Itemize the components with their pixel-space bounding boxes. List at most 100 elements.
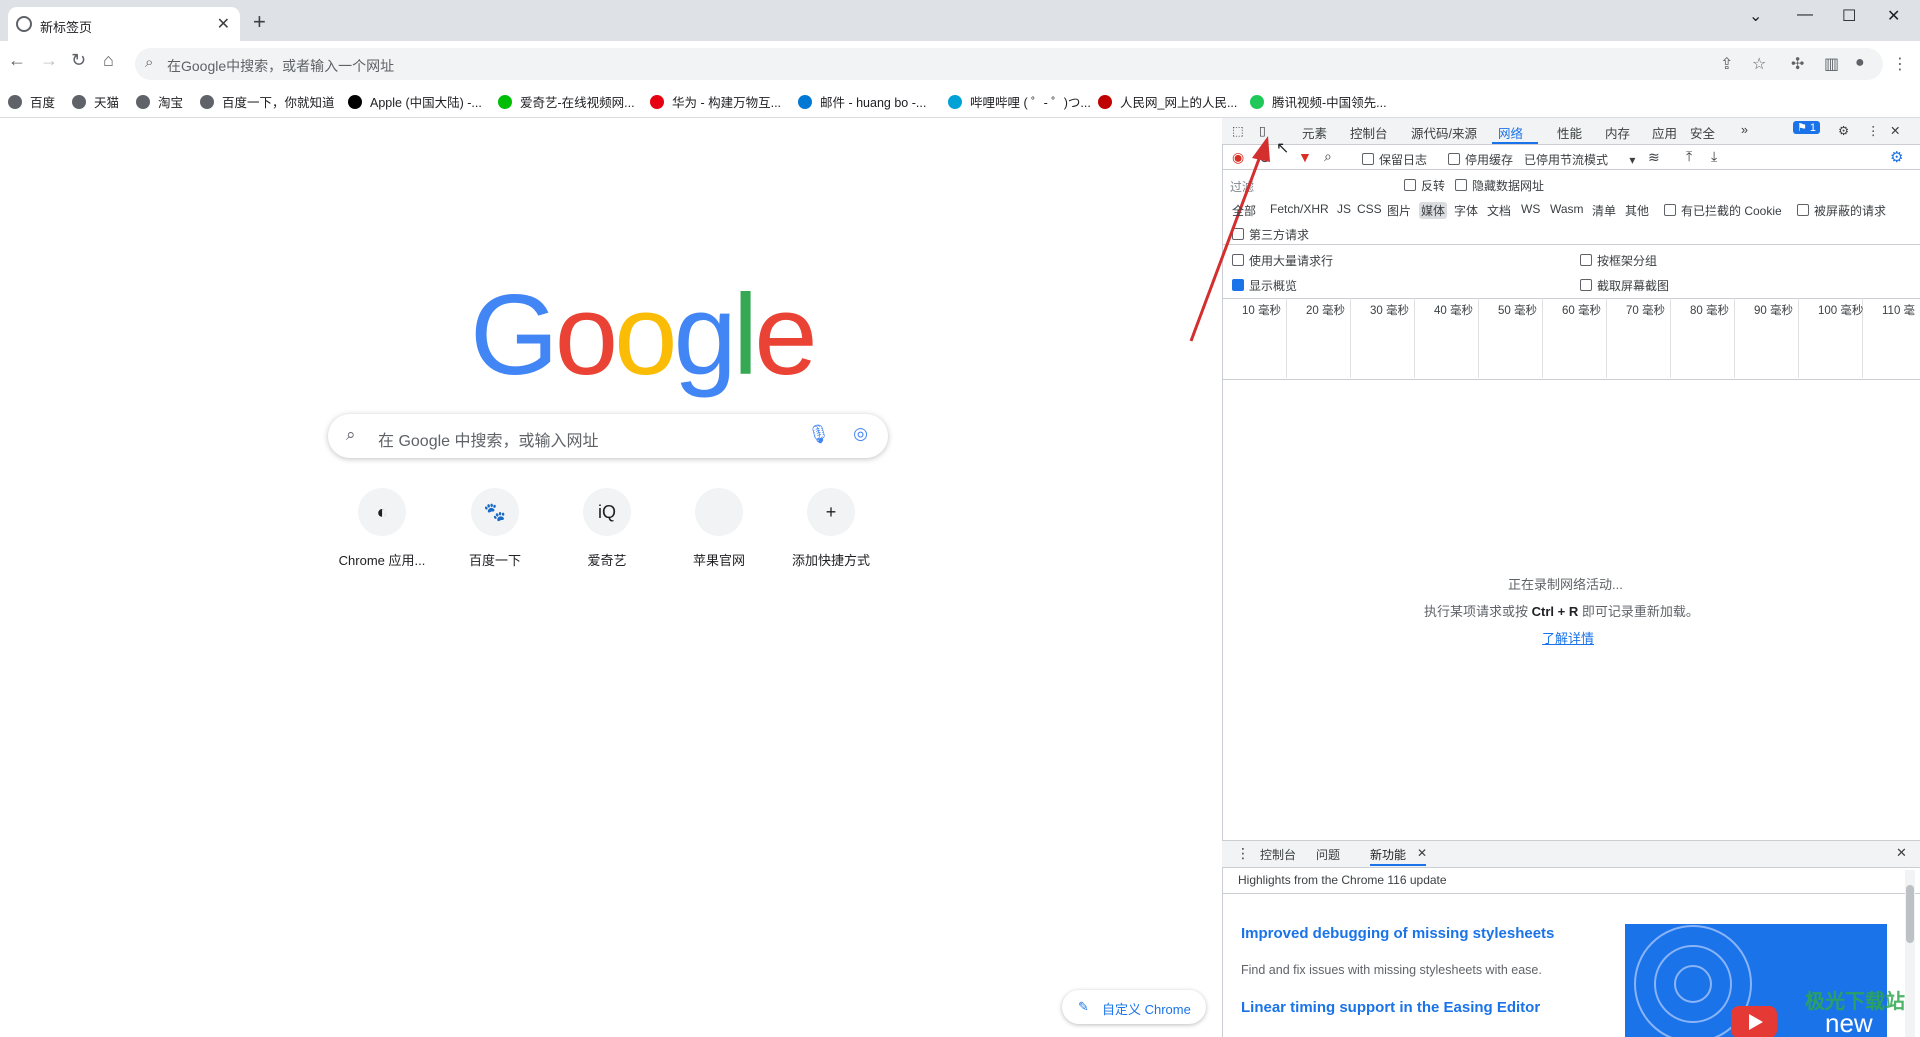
blocked-cookies-checkbox[interactable]: 有已拦截的 Cookie — [1664, 202, 1782, 219]
close-tab-icon[interactable]: ✕ — [1417, 846, 1427, 860]
issues-badge[interactable]: ⚑ 1 — [1793, 121, 1821, 134]
device-toolbar-icon[interactable]: ▯ — [1259, 123, 1266, 138]
share-icon[interactable]: ⇪ — [1720, 54, 1733, 74]
omnibox[interactable]: ⌕ 在Google中搜索，或者输入一个网址 — [135, 48, 1883, 80]
chrome-menu-icon[interactable]: ⋮ — [1892, 54, 1908, 74]
bookmark-item[interactable]: 华为 - 构建万物互... — [650, 92, 781, 111]
type-filter-button[interactable]: 全部 — [1230, 202, 1258, 219]
clear-icon[interactable]: ⊘ — [1259, 149, 1271, 166]
type-filter-button[interactable]: 图片 — [1385, 202, 1413, 219]
devtools-tab[interactable]: 性能 — [1557, 123, 1582, 142]
bookmark-item[interactable]: 腾讯视频-中国领先... — [1250, 92, 1387, 111]
preserve-log-checkbox[interactable]: 保留日志 — [1362, 151, 1427, 168]
learn-more-link[interactable]: 了解详情 — [1542, 628, 1594, 647]
export-har-icon[interactable]: ⤓ — [1711, 148, 1717, 165]
type-filter-button[interactable]: CSS — [1355, 202, 1384, 216]
tab-close-icon[interactable]: ✕ — [217, 14, 230, 34]
hide-data-urls-checkbox[interactable]: 隐藏数据网址 — [1455, 177, 1544, 194]
filter-icon[interactable]: ▼ — [1298, 149, 1312, 165]
capture-screenshots-checkbox[interactable]: 截取屏幕截图 — [1580, 277, 1669, 294]
minimize-icon[interactable]: — — [1797, 6, 1813, 24]
devtools-tab[interactable]: 控制台 — [1350, 123, 1388, 142]
bookmark-star-icon[interactable]: ☆ — [1752, 54, 1766, 74]
group-by-frame-checkbox[interactable]: 按框架分组 — [1580, 252, 1657, 269]
forward-icon[interactable]: → — [40, 50, 58, 71]
type-filter-button[interactable]: 文档 — [1485, 202, 1513, 219]
shortcut-tile[interactable]: iQ 爱奇艺 — [552, 488, 662, 569]
record-stop-icon[interactable]: ◉ — [1232, 149, 1244, 166]
settings-gear-icon[interactable]: ⚙ — [1838, 123, 1849, 138]
type-filter-button[interactable]: 媒体 — [1419, 202, 1448, 219]
search-icon[interactable]: ⌕ — [1324, 148, 1332, 165]
home-icon[interactable]: ⌂ — [103, 50, 114, 71]
drawer-tab[interactable]: 新功能 — [1370, 846, 1406, 863]
bookmark-item[interactable]: 淘宝 — [136, 92, 183, 111]
google-lens-icon[interactable]: ◎ — [853, 424, 868, 444]
more-tabs-icon[interactable]: » — [1741, 123, 1748, 137]
type-filter-button[interactable]: 字体 — [1452, 202, 1480, 219]
bookmark-item[interactable]: 哔哩哔哩 ( ゜- ゜)つ... — [948, 92, 1091, 111]
type-filter-button[interactable]: Wasm — [1548, 202, 1586, 216]
extensions-icon[interactable]: ✣ — [1791, 54, 1804, 74]
drawer-tab[interactable]: 控制台 — [1260, 846, 1296, 863]
import-har-icon[interactable]: ⤒ — [1686, 148, 1692, 165]
back-icon[interactable]: ← — [8, 50, 26, 71]
microphone-icon[interactable]: 🎙 — [807, 424, 830, 445]
tab-search-icon[interactable]: ⌄ — [1749, 6, 1762, 26]
bookmark-item[interactable]: 爱奇艺-在线视频网... — [498, 92, 635, 111]
shortcut-tile[interactable]: ◐ Chrome 应用... — [327, 488, 437, 569]
drawer-close-icon[interactable]: ✕ — [1896, 845, 1907, 861]
shortcut-tile[interactable]: + 添加快捷方式 — [776, 488, 886, 569]
whats-new-video-thumbnail[interactable]: new — [1625, 924, 1887, 1037]
search-box[interactable]: ⌕ 在 Google 中搜索，或输入网址 🎙 ◎ — [328, 414, 888, 458]
bookmark-item[interactable]: 百度 — [8, 92, 55, 111]
throttling-select[interactable]: 已停用节流模式 ▾ — [1524, 151, 1635, 168]
type-filter-button[interactable]: 清单 — [1590, 202, 1618, 219]
devtools-menu-icon[interactable]: ⋮ — [1867, 123, 1880, 138]
show-overview-checkbox[interactable]: 显示概览 — [1232, 277, 1297, 294]
filter-input[interactable]: 过滤 — [1230, 178, 1254, 195]
profile-avatar-icon[interactable]: ● — [1855, 54, 1865, 72]
bookmark-label: 淘宝 — [158, 96, 184, 110]
drawer-tab[interactable]: 问题 — [1316, 846, 1340, 863]
type-filter-button[interactable]: 其他 — [1623, 202, 1651, 219]
devtools-tab[interactable]: 应用 — [1652, 123, 1677, 142]
chrome-webstore-icon: ◐ — [358, 488, 406, 536]
type-filter-button[interactable]: WS — [1519, 202, 1542, 216]
drawer-menu-icon[interactable]: ⋮ — [1236, 845, 1250, 862]
type-filter-button[interactable]: Fetch/XHR — [1268, 202, 1331, 216]
devtools-tab[interactable]: 安全 — [1690, 123, 1715, 142]
bookmark-item[interactable]: 人民网_网上的人民... — [1098, 92, 1237, 111]
big-request-rows-checkbox[interactable]: 使用大量请求行 — [1232, 252, 1333, 269]
customize-chrome-button[interactable]: ✎ 自定义 Chrome — [1062, 990, 1206, 1024]
network-settings-gear-icon[interactable]: ⚙ — [1890, 148, 1903, 166]
inspect-element-icon[interactable]: ⬚ — [1232, 123, 1244, 138]
devtools-tab[interactable]: 元素 — [1302, 123, 1327, 142]
blocked-requests-checkbox[interactable]: 被屏蔽的请求 — [1797, 202, 1886, 219]
bookmark-label: 百度一下，你就知道 — [222, 96, 335, 110]
scrollbar-thumb[interactable] — [1906, 885, 1914, 943]
shortcut-tile[interactable]: 🐾 百度一下 — [440, 488, 550, 569]
feature-title-1[interactable]: Improved debugging of missing stylesheet… — [1241, 925, 1554, 942]
feature-title-2[interactable]: Linear timing support in the Easing Edit… — [1241, 999, 1540, 1016]
bookmark-item[interactable]: 天猫 — [72, 92, 119, 111]
bookmark-item[interactable]: Apple (中国大陆) -... — [348, 92, 482, 111]
close-window-icon[interactable]: ✕ — [1887, 6, 1900, 26]
side-panel-icon[interactable]: ▥ — [1824, 54, 1839, 74]
devtools-tab[interactable]: 网络 — [1498, 123, 1523, 142]
invert-checkbox[interactable]: 反转 — [1404, 177, 1445, 194]
new-tab-button[interactable]: + — [253, 9, 266, 35]
bookmark-item[interactable]: 百度一下，你就知道 — [200, 92, 335, 111]
browser-tab[interactable]: 新标签页 ✕ — [8, 7, 240, 41]
disable-cache-checkbox[interactable]: 停用缓存 — [1448, 151, 1513, 168]
reload-icon[interactable]: ↻ — [71, 50, 86, 71]
devtools-tab[interactable]: 内存 — [1605, 123, 1630, 142]
network-conditions-icon[interactable]: ≋ — [1648, 149, 1660, 166]
devtools-tab[interactable]: 源代码/来源 — [1411, 123, 1477, 142]
third-party-checkbox[interactable]: 第三方请求 — [1232, 226, 1309, 243]
maximize-icon[interactable]: ☐ — [1842, 6, 1856, 26]
devtools-close-icon[interactable]: ✕ — [1890, 123, 1900, 138]
type-filter-button[interactable]: JS — [1335, 202, 1353, 216]
shortcut-tile[interactable]: 苹果官网 — [664, 488, 774, 569]
bookmark-item[interactable]: 邮件 - huang bo -... — [798, 92, 926, 111]
